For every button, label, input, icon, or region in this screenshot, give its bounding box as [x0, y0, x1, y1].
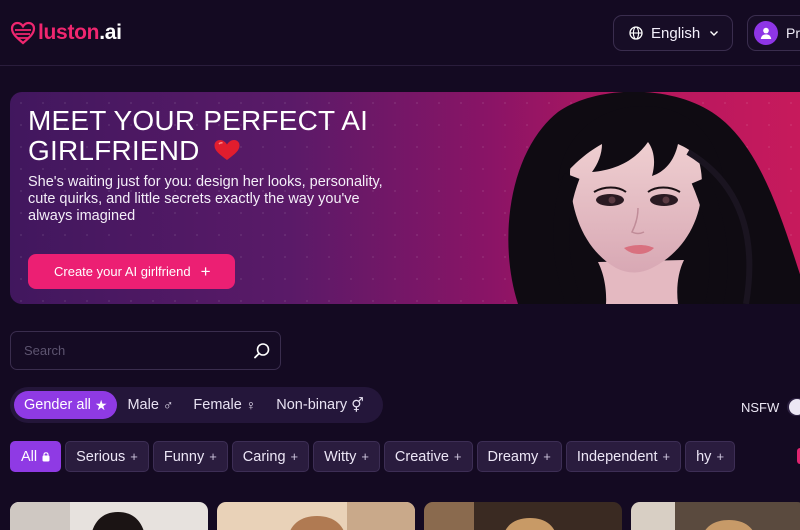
chip-independent[interactable]: Independent +: [565, 441, 682, 472]
chevron-down-icon: [710, 31, 719, 36]
character-card[interactable]: [631, 502, 800, 530]
chip-funny[interactable]: Funny +: [152, 441, 228, 472]
plus-icon: +: [130, 449, 138, 464]
search-input[interactable]: [24, 343, 244, 358]
tab-gender-all[interactable]: Gender all ★: [14, 391, 118, 419]
chip-dreamy[interactable]: Dreamy +: [476, 441, 562, 472]
lock-icon: [42, 451, 50, 461]
chip-caring[interactable]: Caring +: [231, 441, 310, 472]
character-card[interactable]: [217, 502, 415, 530]
chip-label: Creative: [394, 448, 449, 465]
nsfw-filter: NSFW: [741, 398, 800, 416]
search-box: [10, 331, 281, 370]
non-binary-symbol-icon: ⚥: [351, 396, 364, 413]
character-card[interactable]: [424, 502, 622, 530]
hero-title-line1: MEET YOUR PERFECT AI: [28, 105, 369, 136]
hero-title: MEET YOUR PERFECT AI GIRLFRIEND: [28, 106, 428, 166]
female-symbol-icon: ♀: [245, 397, 257, 413]
globe-icon: [629, 26, 643, 40]
heart-logo-icon: [10, 21, 36, 45]
character-card[interactable]: [10, 502, 208, 530]
language-selector[interactable]: English: [613, 15, 733, 51]
nsfw-toggle[interactable]: [787, 398, 800, 416]
language-label: English: [651, 24, 701, 42]
hero-portrait-image: [508, 92, 800, 304]
hero-subtitle: She's waiting just for you: design her l…: [28, 174, 383, 224]
user-icon: [760, 27, 772, 39]
tab-label: Non-binary: [276, 397, 348, 413]
logo-brand: luston: [38, 21, 100, 44]
chip-partial[interactable]: hy +: [685, 441, 736, 472]
plus-icon: +: [716, 449, 725, 464]
chip-creative[interactable]: Creative +: [383, 441, 473, 472]
category-chips: All Serious + Funny + Caring + Witty + Creat…: [10, 441, 800, 472]
plus-icon: +: [662, 449, 671, 464]
plus-icon: +: [361, 449, 369, 464]
tab-gender-male[interactable]: Male ♂: [117, 391, 183, 419]
profile-button[interactable]: Profile: [747, 15, 800, 51]
plus-icon: +: [543, 449, 551, 464]
create-girlfriend-button[interactable]: Create your AI girlfriend +: [28, 254, 235, 289]
chip-label: Witty: [324, 448, 357, 465]
tab-gender-female[interactable]: Female ♀: [183, 391, 266, 419]
chip-label: Independent: [576, 448, 658, 465]
tab-label: Female: [193, 397, 242, 413]
chip-label: All: [21, 448, 38, 465]
character-card-image: [10, 502, 208, 530]
profile-label: Profile: [786, 25, 800, 41]
star-icon: ★: [94, 396, 108, 413]
nsfw-label: NSFW: [741, 399, 780, 415]
chip-witty[interactable]: Witty +: [313, 441, 380, 472]
hero-banner: MEET YOUR PERFECT AI GIRLFRIEND She's wa…: [10, 92, 800, 304]
chip-label: Serious: [76, 448, 126, 465]
logo[interactable]: luston.ai: [10, 20, 122, 46]
chip-label: Funny: [163, 448, 205, 465]
chip-label: hy: [696, 448, 712, 465]
search-icon[interactable]: [253, 342, 271, 360]
top-header: luston.ai English Profile: [0, 0, 800, 66]
gender-filter: Gender all ★ Male ♂ Female ♀ Non-binary …: [10, 387, 383, 423]
tab-label: Male: [127, 397, 159, 413]
avatar: [754, 21, 778, 45]
chip-all[interactable]: All: [10, 441, 62, 472]
toggle-knob: [789, 399, 800, 415]
create-girlfriend-label: Create your AI girlfriend: [54, 264, 191, 279]
character-card-image: [631, 502, 800, 530]
hero-title-line2: GIRLFRIEND: [28, 135, 200, 166]
tab-label: Gender all: [24, 397, 91, 413]
chip-label: Dreamy: [487, 448, 539, 465]
logo-text: luston.ai: [38, 21, 122, 45]
tab-gender-non-binary[interactable]: Non-binary ⚥: [266, 391, 374, 419]
male-symbol-icon: ♂: [162, 397, 174, 413]
plus-icon: +: [200, 261, 211, 281]
logo-tld: .ai: [99, 21, 122, 44]
plus-icon: +: [209, 449, 217, 464]
plus-icon: +: [453, 449, 462, 464]
character-card-image: [217, 502, 415, 530]
plus-icon: +: [290, 449, 299, 464]
character-card-image: [424, 502, 622, 530]
chip-serious[interactable]: Serious +: [65, 441, 149, 472]
chip-label: Caring: [242, 448, 286, 465]
red-heart-icon: [214, 140, 240, 160]
